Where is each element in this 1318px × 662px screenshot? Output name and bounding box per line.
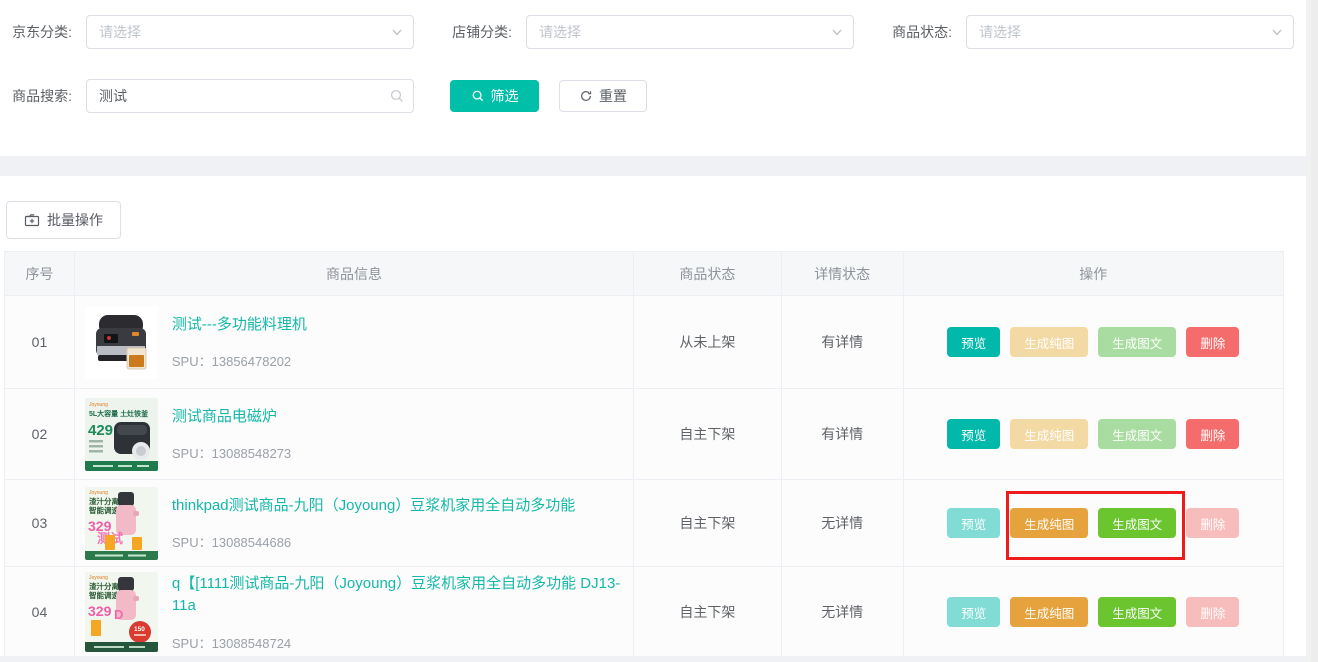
product-status-label: 商品状态: xyxy=(888,22,952,42)
table-row: 03 Joyoung渣汁分离智能调速329测试 thinkpad测试商品-九阳（… xyxy=(5,479,1283,566)
svg-text:5L大容量 土灶铁釜: 5L大容量 土灶铁釜 xyxy=(89,409,149,418)
shop-category-label: 店铺分类: xyxy=(448,22,512,42)
filter-jd-category: 京东分类: 请选择 xyxy=(8,15,414,49)
product-spu: SPU：13088544686 xyxy=(172,532,575,551)
table-row: 02 Joyoung5L大容量 土灶铁釜 429 测试商品电磁炉 SPU：1308… xyxy=(5,388,1283,479)
svg-text:智能调速: 智能调速 xyxy=(89,505,119,515)
product-spu: SPU：13856478202 xyxy=(172,351,307,370)
search-icon xyxy=(389,88,405,104)
product-title-link[interactable]: 测试商品电磁炉 xyxy=(172,406,291,429)
batch-operation-label: 批量操作 xyxy=(47,210,103,230)
svg-text:智能调速: 智能调速 xyxy=(89,590,119,600)
header-detail-status: 详情状态 xyxy=(782,252,904,295)
detail-status: 有详情 xyxy=(782,389,904,479)
reset-button[interactable]: 重置 xyxy=(559,80,647,112)
folder-add-icon xyxy=(24,212,40,228)
highlight-box: 生成纯图 生成图文 xyxy=(1010,508,1176,538)
product-spu: SPU：13088548273 xyxy=(172,443,291,462)
chevron-down-icon xyxy=(830,25,844,39)
table-panel: 批量操作 序号 商品信息 商品状态 详情状态 操作 01 测试---多功能料 xyxy=(0,176,1306,662)
batch-operation-button[interactable]: 批量操作 xyxy=(6,201,121,239)
detail-status: 有详情 xyxy=(782,296,904,388)
refresh-icon xyxy=(579,89,593,103)
detail-status: 无详情 xyxy=(782,480,904,566)
generate-pure-image-button[interactable]: 生成纯图 xyxy=(1010,327,1088,357)
shop-category-select[interactable]: 请选择 xyxy=(526,15,854,49)
filter-product-search: 商品搜索: xyxy=(8,79,414,113)
reset-button-label: 重置 xyxy=(599,86,627,106)
jd-category-select[interactable]: 请选择 xyxy=(86,15,414,49)
shop-category-placeholder: 请选择 xyxy=(539,22,581,42)
preview-button[interactable]: 预览 xyxy=(947,597,1000,627)
header-actions: 操作 xyxy=(904,252,1283,295)
filter-product-status: 商品状态: 请选择 xyxy=(888,15,1294,49)
product-image xyxy=(85,306,158,379)
jd-category-placeholder: 请选择 xyxy=(99,22,141,42)
generate-image-text-button[interactable]: 生成图文 xyxy=(1098,508,1176,538)
row-index: 04 xyxy=(5,567,75,657)
product-status: 从未上架 xyxy=(634,296,782,388)
svg-text:429: 429 xyxy=(88,422,113,439)
jd-category-label: 京东分类: xyxy=(8,22,72,42)
page-gutter xyxy=(1306,0,1318,662)
svg-text:渣汁分离: 渣汁分离 xyxy=(89,496,119,506)
product-title-link[interactable]: thinkpad测试商品-九阳（Joyoung）豆浆机家用全自动多功能 xyxy=(172,495,575,518)
svg-text:Joyoung: Joyoung xyxy=(89,402,108,408)
product-status: 自主下架 xyxy=(634,567,782,657)
filter-shop-category: 店铺分类: 请选择 xyxy=(448,15,854,49)
delete-button[interactable]: 删除 xyxy=(1186,419,1239,449)
product-table: 序号 商品信息 商品状态 详情状态 操作 01 测试---多功能料理机 SPU：… xyxy=(4,251,1284,657)
generate-pure-image-button[interactable]: 生成纯图 xyxy=(1010,419,1088,449)
header-product-info: 商品信息 xyxy=(75,252,634,295)
delete-button[interactable]: 删除 xyxy=(1186,508,1239,538)
preview-button[interactable]: 预览 xyxy=(947,327,1000,357)
search-icon xyxy=(471,89,485,103)
product-search-label: 商品搜索: xyxy=(8,86,72,106)
table-row: 01 测试---多功能料理机 SPU：13856478202 从未上架 有详情 … xyxy=(5,295,1283,388)
chevron-down-icon xyxy=(390,25,404,39)
generate-image-text-button[interactable]: 生成图文 xyxy=(1098,419,1176,449)
product-status-placeholder: 请选择 xyxy=(979,22,1021,42)
header-index: 序号 xyxy=(5,252,75,295)
product-title-link[interactable]: 测试---多功能料理机 xyxy=(172,314,307,337)
table-row: 04 Joyoung渣汁分离智能调速 329D 150 q【[1111测试商品-九阳… xyxy=(5,566,1283,657)
row-index: 02 xyxy=(5,389,75,479)
product-image: Joyoung渣汁分离智能调速 329D 150 xyxy=(85,572,158,652)
product-spu: SPU：13088548724 xyxy=(172,633,627,652)
svg-text:329: 329 xyxy=(88,603,112,619)
table-header-row: 序号 商品信息 商品状态 详情状态 操作 xyxy=(5,252,1283,295)
svg-text:Joyoung: Joyoung xyxy=(89,575,108,581)
chevron-down-icon xyxy=(1270,25,1284,39)
product-status-select[interactable]: 请选择 xyxy=(966,15,1294,49)
product-search-input[interactable] xyxy=(86,79,414,113)
svg-text:150: 150 xyxy=(134,626,145,633)
product-title-link[interactable]: q【[1111测试商品-九阳（Joyoung）豆浆机家用全自动多功能 DJ13-… xyxy=(172,573,627,618)
svg-text:Joyoung: Joyoung xyxy=(89,490,108,496)
filter-button-label: 筛选 xyxy=(491,86,519,106)
delete-button[interactable]: 删除 xyxy=(1186,597,1239,627)
svg-text:D: D xyxy=(114,607,123,622)
scrollbar[interactable] xyxy=(1311,0,1318,662)
product-image: Joyoung5L大容量 土灶铁釜 429 xyxy=(85,398,158,471)
product-status: 自主下架 xyxy=(634,480,782,566)
product-management-page: 京东分类: 请选择 店铺分类: 请选择 商品状态: 请选择 xyxy=(0,0,1318,662)
delete-button[interactable]: 删除 xyxy=(1186,327,1239,357)
generate-pure-image-button[interactable]: 生成纯图 xyxy=(1010,508,1088,538)
product-image: Joyoung渣汁分离智能调速329测试 xyxy=(85,487,158,560)
preview-button[interactable]: 预览 xyxy=(947,419,1000,449)
filter-panel: 京东分类: 请选择 店铺分类: 请选择 商品状态: 请选择 xyxy=(0,0,1306,156)
generate-image-text-button[interactable]: 生成图文 xyxy=(1098,327,1176,357)
preview-button[interactable]: 预览 xyxy=(947,508,1000,538)
generate-image-text-button[interactable]: 生成图文 xyxy=(1098,597,1176,627)
svg-text:渣汁分离: 渣汁分离 xyxy=(89,581,119,591)
filter-button[interactable]: 筛选 xyxy=(450,80,539,112)
header-product-status: 商品状态 xyxy=(634,252,782,295)
row-index: 03 xyxy=(5,480,75,566)
table-bottom-edge xyxy=(0,656,1306,662)
generate-pure-image-button[interactable]: 生成纯图 xyxy=(1010,597,1088,627)
detail-status: 无详情 xyxy=(782,567,904,657)
product-status: 自主下架 xyxy=(634,389,782,479)
row-index: 01 xyxy=(5,296,75,388)
